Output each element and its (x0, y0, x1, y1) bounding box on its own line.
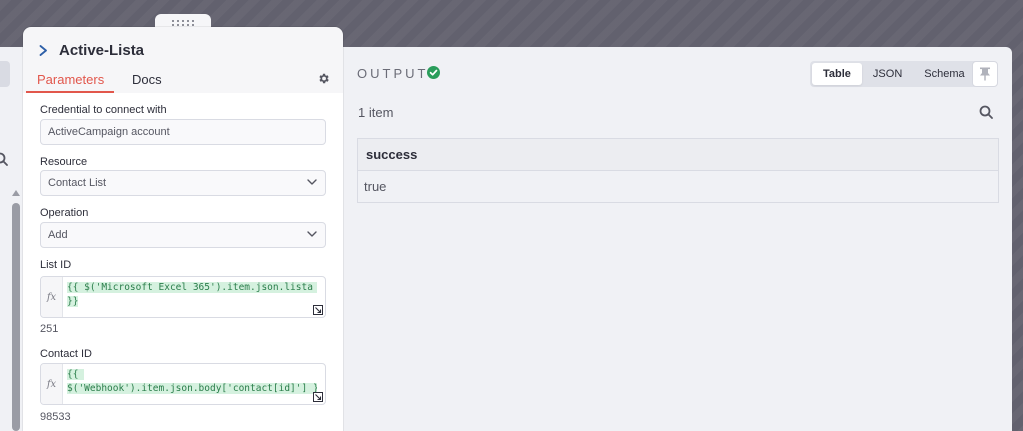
node-header: Active-Lista (39, 42, 144, 59)
expression-line: {{ (67, 369, 85, 380)
operation-value: Add (48, 229, 68, 241)
check-circle-icon (427, 66, 440, 79)
list-id-expression: {{ $('Microsoft Excel 365').item.json.li… (67, 281, 317, 309)
scroll-up-arrow-icon[interactable] (12, 190, 20, 196)
contact-id-resolved-value: 98533 (40, 411, 71, 423)
panel-tabs: Parameters Docs (23, 69, 343, 93)
resource-value: Contact List (48, 177, 107, 189)
pin-icon (979, 67, 991, 81)
credential-select[interactable]: ActiveCampaign account (40, 119, 326, 145)
item-count: 1 item (358, 105, 394, 120)
table-header-row: success (357, 138, 999, 171)
grip-dots-icon (172, 20, 194, 26)
pin-data-button[interactable] (972, 61, 998, 87)
expand-icon[interactable] (313, 305, 323, 315)
list-id-label: List ID (40, 259, 72, 271)
gear-icon[interactable] (317, 72, 330, 85)
tab-parameters[interactable]: Parameters (37, 72, 104, 87)
chevron-down-icon (307, 179, 317, 185)
operation-label: Operation (40, 207, 89, 219)
table-cell[interactable]: true (357, 170, 999, 203)
expression-line: $('Webhook').item.json.body['contact[id]… (67, 383, 317, 394)
search-icon[interactable] (0, 152, 8, 166)
input-panel-tab-stub[interactable] (0, 61, 10, 87)
input-panel-edge (0, 47, 24, 431)
node-parameters-panel: Active-Lista Parameters Docs Credential … (23, 27, 343, 431)
chevron-right-icon (39, 45, 48, 56)
parameters-body: Credential to connect with ActiveCampaig… (23, 93, 343, 431)
view-mode-toggle: Table JSON Schema (810, 61, 978, 87)
view-table-button[interactable]: Table (812, 63, 862, 85)
chevron-down-icon (307, 231, 317, 237)
view-json-button[interactable]: JSON (862, 63, 913, 85)
view-schema-button[interactable]: Schema (913, 63, 975, 85)
search-icon[interactable] (979, 105, 993, 119)
column-header-success[interactable]: success (357, 138, 999, 171)
contact-id-expression: {{ $('Webhook').item.json.body['contact[… (67, 368, 317, 396)
output-table: success true (357, 138, 999, 203)
tab-docs[interactable]: Docs (132, 72, 162, 87)
scrollbar-thumb[interactable] (12, 203, 20, 431)
node-title[interactable]: Active-Lista (59, 42, 144, 59)
output-panel: OUTPUT Table JSON Schema 1 item success … (300, 47, 1012, 431)
fx-icon: fx (41, 364, 63, 404)
expression-line: {{ $('Microsoft Excel 365').item.json.li… (67, 282, 317, 293)
contact-id-label: Contact ID (40, 348, 92, 360)
table-row: true (357, 170, 999, 203)
expand-icon[interactable] (313, 392, 323, 402)
list-id-resolved-value: 251 (40, 323, 59, 335)
contact-id-expression-field[interactable]: fx {{ $('Webhook').item.json.body['conta… (40, 363, 326, 405)
resource-label: Resource (40, 156, 88, 168)
expression-line: }} (67, 296, 79, 307)
fx-icon: fx (41, 277, 63, 317)
list-id-expression-field[interactable]: fx {{ $('Microsoft Excel 365').item.json… (40, 276, 326, 318)
resource-select[interactable]: Contact List (40, 170, 326, 196)
output-title: OUTPUT (357, 66, 429, 81)
credential-label: Credential to connect with (40, 104, 167, 116)
operation-select[interactable]: Add (40, 222, 326, 248)
